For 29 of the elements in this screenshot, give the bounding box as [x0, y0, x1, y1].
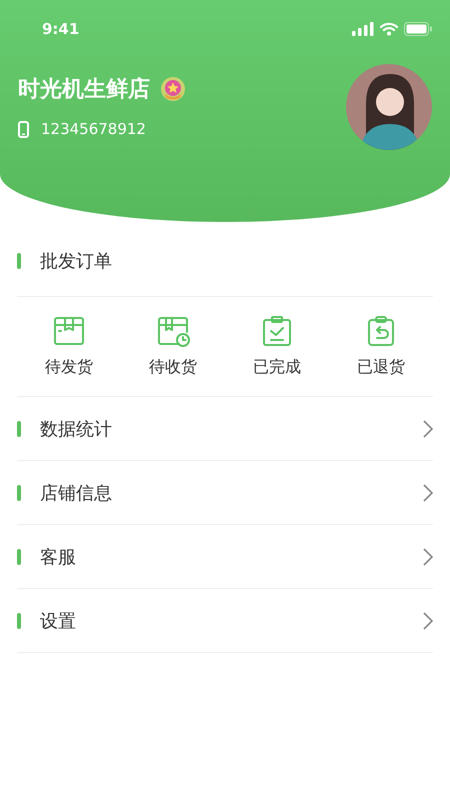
phone-icon: [18, 120, 29, 138]
item-marker: [17, 420, 21, 436]
order-status-button[interactable]: 已退货: [341, 315, 421, 378]
chevron-right-icon: [423, 548, 433, 566]
badge-icon: [160, 76, 186, 102]
order-status-button[interactable]: 已完成: [237, 315, 317, 378]
section-title: 批发订单: [40, 250, 112, 273]
order-status-button[interactable]: 待收货: [133, 315, 213, 378]
menu-item[interactable]: 设置: [17, 589, 433, 653]
menu-item[interactable]: 店铺信息: [17, 461, 433, 525]
chevron-right-icon: [423, 612, 433, 630]
clipboard-check-icon: [260, 315, 294, 347]
item-marker: [17, 484, 21, 500]
menu-item[interactable]: 数据统计: [17, 397, 433, 461]
section-marker: [17, 253, 21, 269]
chevron-right-icon: [423, 484, 433, 502]
signal-icon: [352, 22, 374, 36]
item-marker: [17, 612, 21, 628]
shop-name: 时光机生鲜店: [18, 76, 150, 104]
box-icon: [52, 315, 86, 347]
menu-item[interactable]: 客服: [17, 525, 433, 589]
box-clock-icon: [156, 315, 190, 347]
order-status-button[interactable]: 待发货: [29, 315, 109, 378]
chevron-right-icon: [423, 420, 433, 438]
item-marker: [17, 548, 21, 564]
phone-number: 12345678912: [41, 120, 146, 138]
wifi-icon: [380, 22, 398, 36]
status-time: 9:41: [42, 20, 80, 38]
battery-icon: [404, 22, 432, 36]
